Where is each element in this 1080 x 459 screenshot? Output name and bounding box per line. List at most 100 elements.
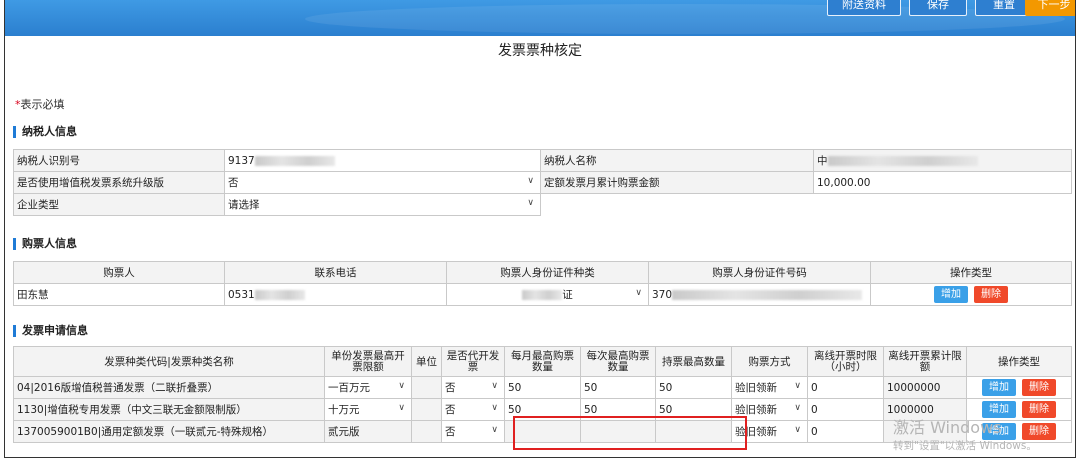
invoice-header-offline-hours: 离线开票时限（小时） [807, 346, 884, 377]
invoice-code-name: 1370059001B0|通用定额发票（一联贰元-特殊规格） [13, 420, 325, 443]
invoice-header-code-name: 发票种类代码|发票种类名称 [13, 346, 325, 377]
buyer-name-field[interactable]: 田东慧 [13, 283, 225, 306]
method-value: 验旧领新 [735, 404, 777, 416]
proxy-value: 否 [445, 382, 456, 394]
invoice-code-name: 04|2016版增值税普通发票（二联折叠票） [13, 376, 325, 399]
invoice-header-monthly: 每月最高购票数量 [504, 346, 581, 377]
invoice-header-method: 购票方式 [731, 346, 808, 377]
save-button[interactable]: 保存 [909, 0, 967, 16]
redacted-blur [254, 289, 305, 300]
taxpayer-table: 纳税人识别号 9137 纳税人名称 中 是否使用增值税发票系统升级版 否 ∨ 定额… [13, 149, 1072, 216]
required-note: *表示必填 [15, 96, 65, 112]
enterprise-type-label: 企业类型 [13, 193, 225, 216]
per-time-qty-input[interactable]: 50 [580, 376, 656, 399]
invoice-header-proxy: 是否代开发票 [441, 346, 505, 377]
taxpayer-name-value: 中 [817, 155, 828, 167]
page-title: 发票票种核定 [498, 43, 582, 59]
invoice-operation-cell: 增加 删除 [966, 376, 1072, 399]
invoice-code-name: 1130|增值税专用发票（中文三联无金额限制版） [13, 398, 325, 421]
chevron-down-icon: ∨ [527, 198, 534, 208]
proxy-select[interactable]: 否 ∨ [441, 420, 505, 443]
chevron-down-icon: ∨ [491, 403, 498, 413]
invoice-header-limit: 单份发票最高开票限额 [324, 346, 412, 377]
limit-cell: 贰元版 [324, 420, 412, 443]
upgrade-select[interactable]: 否 ∨ [224, 171, 541, 194]
invoice-delete-button[interactable]: 删除 [1022, 379, 1056, 396]
method-select[interactable]: 验旧领新 ∨ [731, 376, 808, 399]
unit-cell [411, 376, 442, 399]
buyer-phone-value: 0531 [228, 288, 255, 301]
upgrade-label: 是否使用增值税发票系统升级版 [13, 171, 225, 194]
offline-limit-cell: 10000000 [883, 376, 967, 399]
invoice-header-per-time: 每次最高购票数量 [580, 346, 656, 377]
chevron-down-icon: ∨ [635, 288, 642, 298]
redacted-blur [672, 289, 863, 300]
proxy-value: 否 [445, 426, 456, 438]
taxpayer-id-field[interactable]: 9137 [224, 149, 541, 172]
chevron-down-icon: ∨ [491, 425, 498, 435]
attach-documents-button[interactable]: 附送资料 [827, 0, 901, 16]
chevron-down-icon: ∨ [398, 381, 405, 391]
unit-cell [411, 398, 442, 421]
empty-cell [540, 193, 1072, 216]
redacted-blur [827, 156, 978, 166]
taxpayer-id-value: 9137 [228, 154, 255, 167]
buyer-table: 购票人 联系电话 购票人身份证件种类 购票人身份证件号码 操作类型 田东慧 05… [13, 261, 1072, 306]
enterprise-type-value: 请选择 [228, 199, 260, 211]
buyer-id-type-value: 证 [562, 289, 573, 301]
application-window: 附送资料 保存 重置 下一步 发票票种核定 *表示必填 纳税人信息 纳税人识别号… [4, 0, 1076, 458]
section-taxpayer-title: 纳税人信息 [13, 126, 77, 138]
enterprise-type-select[interactable]: 请选择 ∨ [224, 193, 541, 216]
buyer-id-number-value: 370 [652, 288, 673, 301]
limit-select[interactable]: 十万元 ∨ [324, 398, 412, 421]
buyer-add-button[interactable]: 增加 [934, 286, 968, 303]
limit-select[interactable]: 一百万元 ∨ [324, 376, 412, 399]
section-invoice-title: 发票申请信息 [13, 325, 88, 337]
redacted-blur [254, 155, 335, 166]
invoice-add-button[interactable]: 增加 [982, 379, 1016, 396]
chevron-down-icon: ∨ [398, 403, 405, 413]
highlight-annotation-box [513, 416, 747, 450]
monthly-limit-field[interactable]: 10,000.00 [813, 171, 1072, 194]
chevron-down-icon: ∨ [794, 425, 801, 435]
offline-hours-input[interactable]: 0 [807, 420, 884, 443]
buyer-id-number-field[interactable]: 370 [648, 283, 871, 306]
offline-hours-input[interactable]: 0 [807, 398, 884, 421]
chevron-down-icon: ∨ [794, 381, 801, 391]
invoice-header-operation: 操作类型 [966, 346, 1072, 377]
taxpayer-name-field: 中 [813, 149, 1072, 172]
buyer-phone-field[interactable]: 0531 [224, 283, 447, 306]
table-row: 04|2016版增值税普通发票（二联折叠票） 一百万元 ∨ 否 ∨ 50 50 50… [13, 376, 1072, 399]
invoice-header-max-hold: 持票最高数量 [655, 346, 732, 377]
upgrade-value: 否 [228, 177, 239, 189]
invoice-delete-button[interactable]: 删除 [1022, 401, 1056, 418]
section-buyer-title: 购票人信息 [13, 238, 77, 250]
unit-cell [411, 420, 442, 443]
activation-watermark-subtitle: 转到"设置"以激活 Windows。 [893, 440, 1037, 452]
redacted-blur [522, 290, 563, 300]
chevron-down-icon: ∨ [794, 403, 801, 413]
buyer-header-name: 购票人 [13, 261, 225, 284]
proxy-select[interactable]: 否 ∨ [441, 398, 505, 421]
header-banner: 附送资料 保存 重置 下一步 [5, 0, 1075, 36]
activation-watermark-title: 激活 Windows [893, 418, 1002, 437]
buyer-header-operation: 操作类型 [870, 261, 1072, 284]
invoice-header-offline-limit: 离线开票累计限额 [883, 346, 967, 377]
buyer-header-id-number: 购票人身份证件号码 [648, 261, 871, 284]
invoice-header-unit: 单位 [411, 346, 442, 377]
buyer-id-type-select[interactable]: 证 ∨ [446, 283, 649, 306]
monthly-qty-input[interactable]: 50 [504, 376, 581, 399]
offline-hours-input[interactable]: 0 [807, 376, 884, 399]
buyer-delete-button[interactable]: 删除 [974, 286, 1008, 303]
required-note-text: 表示必填 [20, 98, 65, 111]
proxy-select[interactable]: 否 ∨ [441, 376, 505, 399]
next-step-button[interactable]: 下一步 [1025, 0, 1075, 16]
max-hold-qty-input[interactable]: 50 [655, 376, 732, 399]
taxpayer-id-label: 纳税人识别号 [13, 149, 225, 172]
buyer-header-phone: 联系电话 [224, 261, 447, 284]
limit-value: 十万元 [328, 404, 360, 416]
limit-value: 一百万元 [328, 382, 370, 394]
monthly-limit-label: 定额发票月累计购票金额 [540, 171, 814, 194]
method-value: 验旧领新 [735, 382, 777, 394]
chevron-down-icon: ∨ [527, 176, 534, 186]
